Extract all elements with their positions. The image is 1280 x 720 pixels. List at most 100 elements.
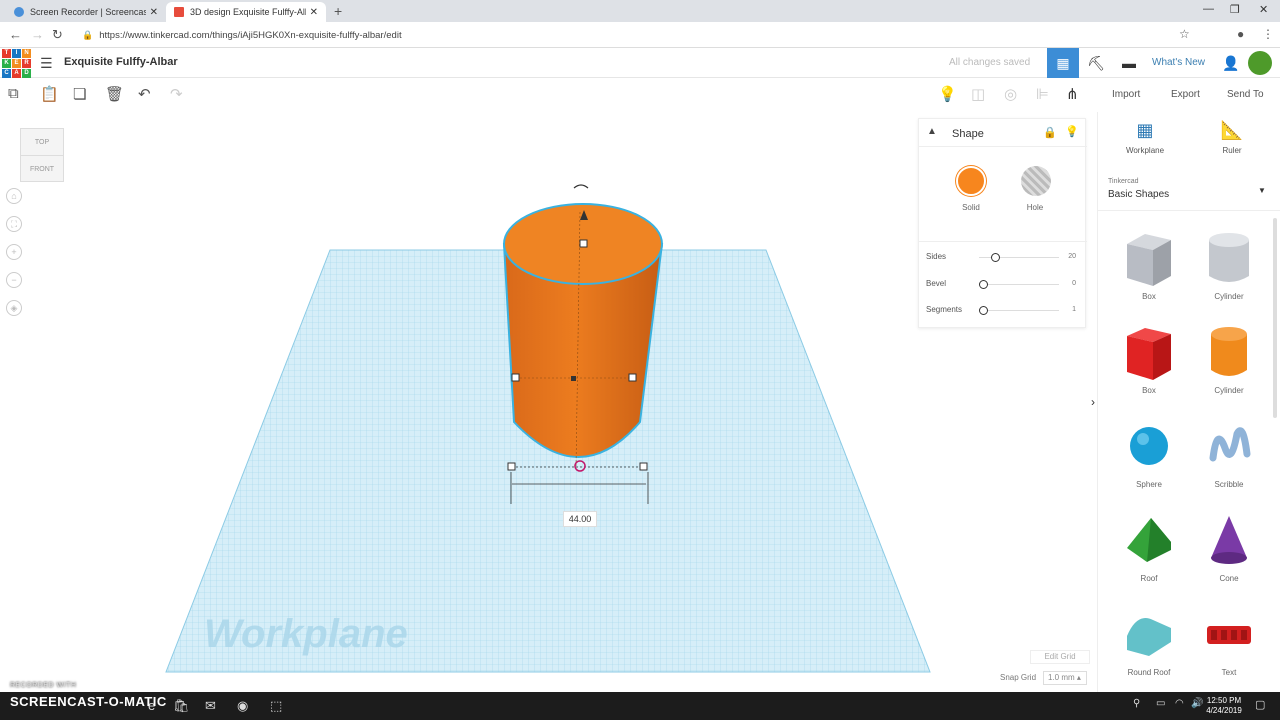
- group-icon[interactable]: ◫: [971, 85, 985, 103]
- home-view-icon[interactable]: ⌂: [6, 188, 22, 204]
- design-title[interactable]: Exquisite Fulffy-Albar: [64, 56, 178, 68]
- text-3d-icon: [1207, 626, 1251, 644]
- view-cube[interactable]: TOP FRONT: [20, 128, 64, 182]
- network-icon[interactable]: ⚲: [1133, 698, 1140, 709]
- scribble-icon: [1209, 427, 1251, 462]
- align-icon[interactable]: ⊫: [1036, 85, 1049, 103]
- rotate-handle-icon[interactable]: [573, 184, 589, 189]
- screencast-favicon-icon: [14, 7, 24, 17]
- ungroup-icon[interactable]: ◎: [1004, 85, 1017, 103]
- note-icon[interactable]: 💡: [938, 85, 957, 103]
- view-cube-front[interactable]: FRONT: [21, 156, 63, 183]
- edit-grid-button[interactable]: Edit Grid: [1030, 650, 1090, 664]
- send-to-button[interactable]: Send To: [1227, 89, 1264, 100]
- avatar[interactable]: [1248, 51, 1272, 75]
- minimize-icon[interactable]: —: [1203, 3, 1214, 15]
- bevel-slider[interactable]: [979, 280, 1059, 289]
- view-cube-top[interactable]: TOP: [21, 129, 63, 156]
- sides-slider[interactable]: [979, 253, 1059, 262]
- url-field[interactable]: 🔒 https://www.tinkercad.com/things/iAji5…: [78, 26, 1198, 44]
- workplane-tool[interactable]: ▦ Workplane: [1115, 120, 1175, 155]
- shape-cylinder-gray[interactable]: Cylinder: [1194, 230, 1264, 301]
- forward-icon[interactable]: →: [31, 27, 44, 42]
- box-icon: [1127, 328, 1171, 380]
- slider-knob[interactable]: [979, 280, 988, 289]
- perspective-icon[interactable]: ◈: [6, 300, 22, 316]
- address-bar: ← → ↻ 🔒 https://www.tinkercad.com/things…: [0, 22, 1280, 48]
- notifications-icon[interactable]: ▢: [1255, 698, 1265, 711]
- hole-swatch[interactable]: [1021, 166, 1051, 196]
- zoom-in-icon[interactable]: +: [6, 244, 22, 260]
- mail-icon[interactable]: ✉: [205, 698, 216, 714]
- wifi-icon[interactable]: ◠: [1175, 698, 1184, 709]
- clock[interactable]: 12:50 PM 4/24/2019: [1204, 696, 1244, 716]
- export-button[interactable]: Export: [1171, 89, 1200, 100]
- shape-label: Roof: [1140, 574, 1158, 583]
- bookmark-star-icon[interactable]: ☆: [1179, 27, 1190, 41]
- volume-icon[interactable]: 🔊: [1191, 698, 1203, 709]
- back-icon[interactable]: ←: [9, 27, 22, 42]
- shape-cylinder-orange[interactable]: Cylinder: [1194, 324, 1264, 395]
- dimension-input[interactable]: 44.00: [563, 511, 597, 527]
- slider-knob[interactable]: [990, 253, 1000, 262]
- undo-icon[interactable]: ↶: [138, 85, 151, 103]
- collapse-caret-icon[interactable]: ▲: [927, 126, 937, 137]
- snap-grid-select[interactable]: 1.0 mm ▴: [1043, 671, 1087, 685]
- shape-label: Cone: [1219, 574, 1239, 583]
- library-category-select[interactable]: Basic Shapes: [1108, 189, 1270, 200]
- profile-icon[interactable]: ●: [1237, 27, 1244, 41]
- shape-scribble[interactable]: Scribble: [1194, 418, 1264, 489]
- design-list-icon[interactable]: ☰: [40, 55, 53, 72]
- shape-cone[interactable]: Cone: [1194, 512, 1264, 583]
- close-icon[interactable]: ✕: [150, 7, 158, 18]
- ruler-tool[interactable]: 📐 Ruler: [1202, 120, 1262, 155]
- shape-text[interactable]: Text: [1194, 606, 1264, 677]
- segments-slider[interactable]: [979, 306, 1059, 315]
- chevron-down-icon[interactable]: ▼: [1258, 186, 1266, 195]
- new-tab-icon[interactable]: +: [334, 3, 342, 19]
- tab-screen-recorder[interactable]: Screen Recorder | Screencast-O-Matic ✕: [6, 2, 166, 22]
- param-value-sides[interactable]: 20: [1064, 253, 1076, 260]
- fit-view-icon[interactable]: ⛶: [6, 216, 22, 232]
- shape-box-gray[interactable]: Box: [1114, 230, 1184, 301]
- chrome-icon[interactable]: ◉: [237, 698, 248, 714]
- close-icon[interactable]: ✕: [310, 7, 318, 18]
- copy-icon[interactable]: ⧉: [8, 85, 19, 102]
- param-label-sides: Sides: [926, 252, 947, 261]
- reload-icon[interactable]: ↻: [52, 27, 63, 43]
- light-bulb-icon[interactable]: 💡: [1065, 125, 1079, 138]
- whats-new-link[interactable]: What's New: [1152, 57, 1205, 68]
- param-value-segments[interactable]: 1: [1064, 306, 1076, 313]
- duplicate-icon[interactable]: ❏: [73, 85, 86, 103]
- library-scrollbar[interactable]: [1273, 218, 1277, 418]
- shape-roof[interactable]: Roof: [1114, 512, 1184, 583]
- blocks-view-button[interactable]: ⛏: [1081, 48, 1111, 78]
- window-close-icon[interactable]: ✕: [1259, 3, 1268, 16]
- store-icon[interactable]: 🛍: [173, 698, 190, 714]
- tab-tinkercad[interactable]: 3D design Exquisite Fulffy-Albar | Tinke…: [166, 2, 326, 22]
- 3d-view-button[interactable]: ▦: [1047, 48, 1079, 78]
- zoom-out-icon[interactable]: −: [6, 272, 22, 288]
- redo-icon[interactable]: ↷: [170, 85, 183, 103]
- panel-collapse-icon[interactable]: ›: [1091, 395, 1095, 409]
- tinkercad-logo[interactable]: TIN KER CAD: [2, 49, 31, 78]
- shape-round-roof[interactable]: Round Roof: [1114, 606, 1184, 677]
- mirror-icon[interactable]: ⋔: [1066, 85, 1079, 103]
- shape-sphere[interactable]: Sphere: [1114, 418, 1184, 489]
- battery-icon[interactable]: ▭: [1156, 698, 1165, 709]
- shape-box-red[interactable]: Box: [1114, 324, 1184, 395]
- param-value-bevel[interactable]: 0: [1064, 280, 1076, 287]
- screen-recorder-icon[interactable]: ⬚: [270, 698, 282, 714]
- grid-icon: ▦: [1056, 54, 1070, 71]
- lock-icon[interactable]: 🔒: [1043, 126, 1057, 139]
- solid-swatch[interactable]: [956, 166, 986, 196]
- menu-kebab-icon[interactable]: ⋮: [1262, 27, 1274, 41]
- delete-icon[interactable]: 🗑: [105, 85, 124, 103]
- shape-label: Text: [1221, 668, 1237, 677]
- import-button[interactable]: Import: [1112, 89, 1140, 100]
- bricks-view-button[interactable]: ▬: [1114, 48, 1144, 78]
- paste-icon[interactable]: 📋: [40, 85, 59, 103]
- slider-knob[interactable]: [979, 306, 988, 315]
- add-user-icon[interactable]: 👤: [1220, 48, 1242, 78]
- restore-icon[interactable]: ❐: [1230, 3, 1240, 16]
